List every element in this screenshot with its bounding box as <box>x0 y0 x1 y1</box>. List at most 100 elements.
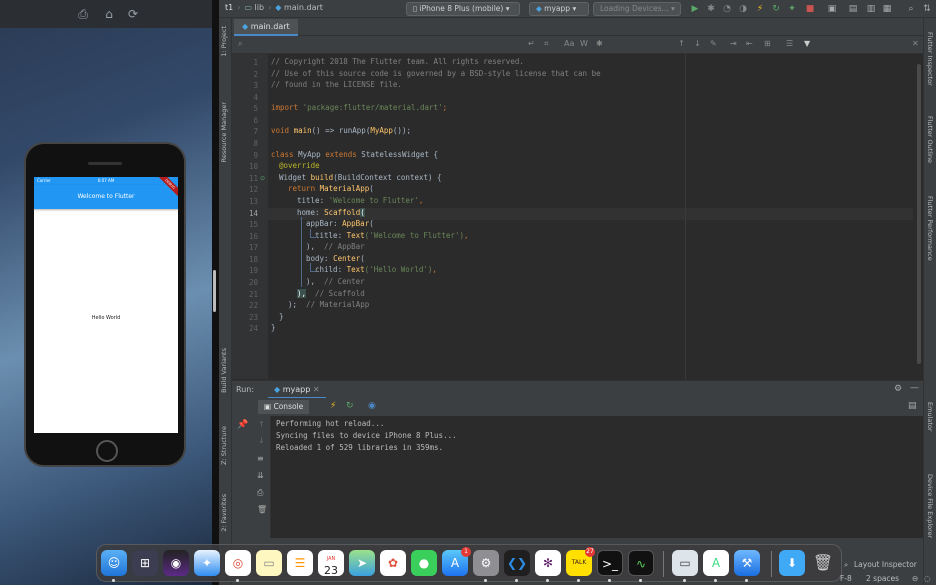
editor-scroll-thumb[interactable] <box>917 64 921 364</box>
up-arrow-icon[interactable]: ↑ <box>258 420 265 429</box>
reminders-icon[interactable]: ☰ <box>287 550 313 576</box>
finder-icon[interactable]: ☺ <box>101 550 127 576</box>
phone-home-button[interactable] <box>96 440 118 462</box>
run-config-selector[interactable]: ◆ myapp ▾ <box>529 2 589 16</box>
simulator-icon[interactable]: ▭ <box>672 550 698 576</box>
notifications-icon[interactable]: ◌ <box>924 574 931 583</box>
options-icon[interactable]: ☰ <box>786 39 793 48</box>
activity-monitor-icon[interactable]: ∿ <box>628 550 654 576</box>
screenshot-icon[interactable]: ⎙ <box>76 7 90 21</box>
scroll-to-end-icon[interactable]: ⇊ <box>257 471 264 480</box>
minimize-icon[interactable]: — <box>910 383 919 393</box>
override-gutter-icon[interactable]: ⊙ <box>260 175 265 182</box>
highlight-icon[interactable]: ✎ <box>710 39 717 48</box>
chrome-icon[interactable]: ◎ <box>225 550 251 576</box>
filter-icon[interactable]: ▼ <box>804 39 810 48</box>
console-tab[interactable]: ▣ Console <box>258 400 310 414</box>
remove-selection-icon[interactable]: ⇤ <box>746 39 753 48</box>
loading-devices-selector[interactable]: Loading Devices... ▾ <box>593 2 681 16</box>
hot-reload-icon[interactable]: ⚡ <box>330 401 336 411</box>
console-output[interactable]: Performing hot reload... Syncing files t… <box>271 416 923 538</box>
split-handle[interactable] <box>213 270 216 312</box>
siri-icon[interactable]: ◉ <box>163 550 189 576</box>
notes-icon[interactable]: ▭ <box>256 550 282 576</box>
tab-resource-manager[interactable]: Resource Manager <box>220 102 228 162</box>
close-icon[interactable]: ✕ <box>313 385 320 394</box>
tab-build-variants[interactable]: Build Variants <box>220 348 228 393</box>
devtools-icon[interactable]: ◉ <box>368 401 376 411</box>
down-arrow-icon[interactable]: ↓ <box>258 436 265 445</box>
maps-icon[interactable]: ➤ <box>349 550 375 576</box>
photos-icon[interactable]: ✿ <box>380 550 406 576</box>
tab-flutter-outline[interactable]: Flutter Outline <box>926 116 934 163</box>
tab-flutter-inspector[interactable]: Flutter Inspector <box>926 32 934 86</box>
kakaotalk-icon[interactable]: TALK 27 <box>566 547 595 576</box>
breadcrumb-lib[interactable]: lib <box>255 3 265 12</box>
phone-screen[interactable]: Carrier 6:07 AM Welcome to Flutter DEBUG… <box>34 177 178 433</box>
tab-project[interactable]: 1: Project <box>220 26 228 57</box>
terminal-icon[interactable]: >_ <box>597 550 623 576</box>
run-icon[interactable]: ▶ <box>689 3 701 15</box>
hot-restart-icon[interactable]: ↻ <box>346 401 354 411</box>
layout-toggle-icon[interactable]: ▤ <box>908 401 917 411</box>
gear-icon[interactable]: ⚙ <box>894 384 902 394</box>
hot-restart-icon[interactable]: ↻ <box>770 3 782 15</box>
calendar-icon[interactable]: JAN 23 <box>318 550 344 577</box>
indent-indicator[interactable]: 2 spaces <box>866 574 899 583</box>
app-store-icon[interactable]: A1 <box>442 547 471 576</box>
device-manager-icon[interactable]: ▣ <box>826 3 838 15</box>
tab-device-file-explorer[interactable]: Device File Explorer <box>926 474 934 538</box>
coverage-icon[interactable]: ◑ <box>737 3 749 15</box>
lock-icon[interactable]: ⊖ <box>912 574 918 583</box>
regex-icon[interactable]: ⌗ <box>544 39 549 49</box>
code-editor[interactable]: // Copyright 2018 The Flutter team. All … <box>268 54 913 379</box>
device-selector[interactable]: ▯ iPhone 8 Plus (mobile) ▾ <box>406 2 520 16</box>
avd-manager-icon[interactable]: ▦ <box>881 3 893 15</box>
editor-scrollbar[interactable] <box>915 54 923 379</box>
encoding-indicator[interactable]: F-8 <box>840 574 852 583</box>
hot-reload-icon[interactable]: ⚡ <box>754 3 766 15</box>
tab-emulator[interactable]: Emulator <box>926 402 934 432</box>
tab-flutter-performance[interactable]: Flutter Performance <box>926 196 934 261</box>
new-line-icon[interactable]: ↵ <box>528 39 535 48</box>
sdk-manager-icon[interactable]: ▥ <box>865 3 877 15</box>
next-occurrence-icon[interactable]: ↓ <box>694 39 701 48</box>
rotate-icon[interactable]: ⟳ <box>126 7 140 21</box>
previous-occurrence-icon[interactable]: ↑ <box>678 39 685 48</box>
editor-tab-main-dart[interactable]: ◆ main.dart <box>234 19 298 36</box>
run-tab-myapp[interactable]: ◆ myapp ✕ <box>268 382 326 399</box>
print-icon[interactable]: ⎙ <box>257 488 263 498</box>
sync-icon[interactable]: ⇅ <box>921 3 933 15</box>
debug-icon[interactable]: ✱ <box>705 3 717 15</box>
select-all-icon[interactable]: ⊞ <box>764 39 771 48</box>
android-studio-icon[interactable]: A <box>703 550 729 576</box>
slack-icon[interactable]: ✻ <box>535 550 561 576</box>
stop-icon[interactable]: ■ <box>804 3 816 15</box>
messages-icon[interactable]: ● <box>411 550 437 576</box>
trash-icon[interactable]: 🗑 <box>257 505 267 514</box>
home-icon[interactable]: ⌂ <box>102 7 116 21</box>
profile-icon[interactable]: ◔ <box>721 3 733 15</box>
breadcrumb-project[interactable]: t1 <box>225 3 233 12</box>
pin-icon[interactable]: 📌 <box>237 420 248 430</box>
soft-wrap-icon[interactable]: ≡ <box>257 454 264 463</box>
regex-toggle-icon[interactable]: ✱ <box>596 39 603 48</box>
launchpad-icon[interactable]: ⊞ <box>132 550 158 576</box>
breadcrumb-file[interactable]: main.dart <box>284 3 323 12</box>
tab-structure[interactable]: Z: Structure <box>220 426 228 465</box>
downloads-folder-icon[interactable]: ⬇ <box>779 550 805 576</box>
xcode-icon[interactable]: ⚒ <box>734 550 760 576</box>
search-icon[interactable]: ⌕ <box>905 3 917 15</box>
safari-icon[interactable]: ✦ <box>194 550 220 576</box>
whole-word-icon[interactable]: W <box>580 39 588 48</box>
vscode-icon[interactable]: ❮❯ <box>504 550 530 576</box>
add-selection-icon[interactable]: ⇥ <box>730 39 737 48</box>
layout-inspector-link[interactable]: Layout Inspector <box>854 560 917 569</box>
close-icon[interactable]: ✕ <box>912 39 919 48</box>
system-preferences-icon[interactable]: ⚙ <box>473 550 499 576</box>
match-case-icon[interactable]: Aa <box>564 39 574 48</box>
trash-icon[interactable]: 🗑 <box>810 550 836 576</box>
layout-icon[interactable]: ▤ <box>847 3 859 15</box>
attach-debugger-icon[interactable]: ✦ <box>786 3 798 15</box>
search-icon[interactable]: ⌕ <box>238 39 242 49</box>
